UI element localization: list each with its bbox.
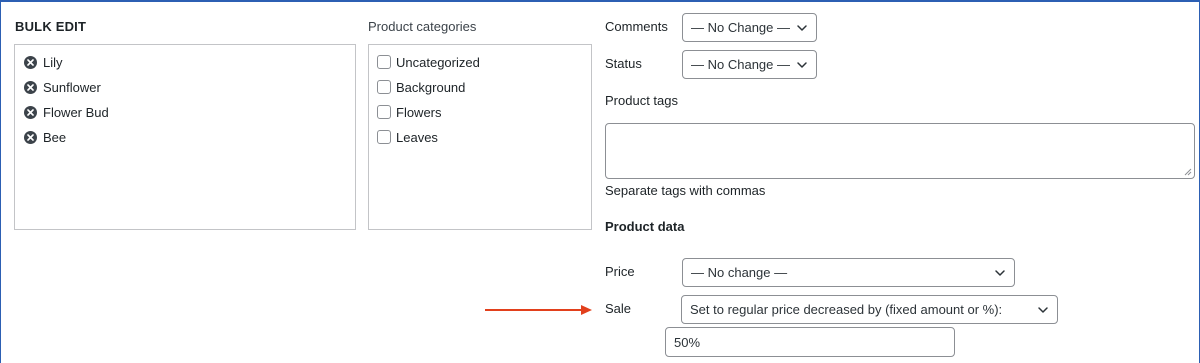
bulk-edit-panel: BULK EDIT Lily Sunflower Flower Bud Bee: [0, 0, 1200, 363]
category-item[interactable]: Background: [377, 78, 465, 96]
category-checkbox[interactable]: [377, 80, 391, 94]
category-item[interactable]: Flowers: [377, 103, 442, 121]
category-checkbox[interactable]: [377, 130, 391, 144]
list-item-label: Bee: [43, 129, 67, 145]
sale-amount-input[interactable]: 50%: [665, 327, 955, 357]
category-item[interactable]: Uncategorized: [377, 53, 480, 71]
resize-handle-icon[interactable]: [1184, 168, 1192, 176]
price-select[interactable]: — No change —: [682, 258, 1015, 287]
comments-select[interactable]: — No Change —: [682, 13, 817, 42]
list-item-label: Flower Bud: [43, 104, 109, 120]
sale-select-value: Set to regular price decreased by (fixed…: [690, 302, 1003, 317]
remove-circle-icon[interactable]: [24, 80, 37, 94]
category-label[interactable]: Flowers: [396, 105, 442, 120]
price-label: Price: [605, 264, 635, 279]
remove-circle-icon[interactable]: [24, 130, 37, 144]
sale-select[interactable]: Set to regular price decreased by (fixed…: [681, 295, 1058, 324]
product-tags-textarea[interactable]: [605, 123, 1195, 179]
category-label[interactable]: Uncategorized: [396, 55, 480, 70]
list-item: Flower Bud: [24, 103, 109, 121]
chevron-down-icon: [995, 269, 1005, 276]
list-item: Lily: [24, 53, 63, 71]
product-tags-label: Product tags: [605, 93, 678, 108]
category-checkbox[interactable]: [377, 55, 391, 69]
category-item[interactable]: Leaves: [377, 128, 438, 146]
chevron-down-icon: [1038, 306, 1048, 313]
category-label[interactable]: Background: [396, 80, 465, 95]
product-data-heading: Product data: [605, 219, 685, 234]
list-item: Sunflower: [24, 78, 101, 96]
remove-circle-icon[interactable]: [24, 55, 37, 69]
sale-label: Sale: [605, 301, 632, 316]
list-item: Bee: [24, 128, 66, 146]
bulk-edit-heading: BULK EDIT: [15, 19, 87, 34]
annotation-arrow: [485, 305, 592, 315]
status-select-value: — No Change —: [691, 57, 790, 72]
remove-circle-icon[interactable]: [24, 105, 37, 119]
tags-hint: Separate tags with commas: [605, 183, 766, 198]
chevron-down-icon: [797, 24, 807, 31]
chevron-down-icon: [797, 61, 807, 68]
list-item-label: Sunflower: [43, 79, 101, 95]
status-select[interactable]: — No Change —: [682, 50, 817, 79]
product-categories-list: Uncategorized Background Flowers Leaves: [368, 44, 592, 230]
status-label: Status: [605, 56, 642, 71]
comments-label: Comments: [605, 19, 668, 34]
price-select-value: — No change —: [691, 265, 788, 280]
product-categories-heading: Product categories: [368, 19, 477, 34]
list-item-label: Lily: [43, 54, 63, 70]
bulk-edit-title-list: Lily Sunflower Flower Bud Bee: [14, 44, 356, 230]
comments-select-value: — No Change —: [691, 20, 790, 35]
category-checkbox[interactable]: [377, 105, 391, 119]
category-label[interactable]: Leaves: [396, 130, 438, 145]
